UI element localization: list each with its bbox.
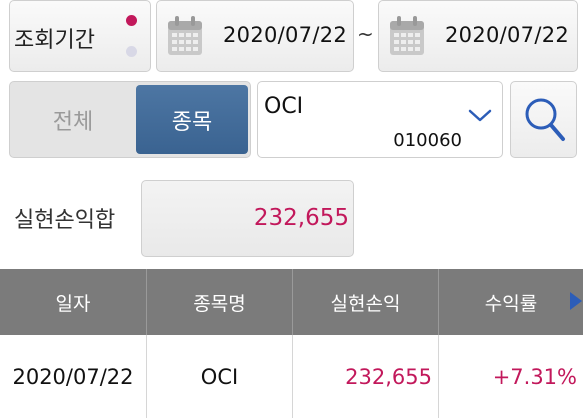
table-row[interactable]: 2020/07/22 OCI 232,655 +7.31% — [0, 335, 583, 418]
realized-pnl-total-label: 실현손익합 — [14, 208, 116, 233]
cell-stock-name: OCI — [147, 335, 293, 418]
search-button[interactable] — [510, 81, 577, 158]
realized-pnl-total-value: 232,655 — [253, 205, 349, 231]
column-header-stock-name[interactable]: 종목명 — [147, 269, 293, 335]
period-indicator-inactive — [126, 46, 137, 57]
table-header: 일자 종목명 실현손익 수익률 — [0, 269, 583, 335]
date-range-separator: ~ — [357, 22, 374, 46]
column-header-date[interactable]: 일자 — [0, 269, 147, 335]
start-date-value: 2020/07/22 — [223, 23, 348, 47]
scroll-right-arrow-icon[interactable] — [570, 292, 582, 310]
cell-return-rate: +7.31% — [492, 364, 577, 389]
scope-segmented-control: 전체 종목 — [9, 81, 251, 158]
segment-all-button[interactable]: 전체 — [10, 82, 136, 157]
period-label: 조회기간 — [14, 28, 95, 53]
search-icon — [525, 98, 565, 141]
realized-pnl-total-box: 232,655 — [141, 180, 354, 257]
column-header-realized-pnl[interactable]: 실현손익 — [293, 269, 439, 335]
stock-name: OCI — [264, 94, 304, 119]
stock-code: 010060 — [393, 130, 462, 151]
period-indicator-active — [126, 15, 137, 26]
end-date-picker[interactable]: 2020/07/22 — [378, 0, 578, 72]
cell-date: 2020/07/22 — [0, 335, 147, 418]
calendar-icon — [390, 16, 424, 55]
cell-realized-pnl: 232,655 — [293, 335, 439, 418]
period-toggle-button[interactable]: 조회기간 — [9, 0, 151, 72]
calendar-icon — [168, 16, 202, 55]
chevron-down-icon — [468, 109, 492, 122]
start-date-picker[interactable]: 2020/07/22 — [156, 0, 354, 72]
stock-select-dropdown[interactable]: OCI 010060 — [257, 81, 503, 158]
end-date-value: 2020/07/22 — [445, 23, 570, 47]
column-header-return-rate[interactable]: 수익률 — [439, 269, 583, 335]
segment-stock-button[interactable]: 종목 — [136, 85, 248, 154]
